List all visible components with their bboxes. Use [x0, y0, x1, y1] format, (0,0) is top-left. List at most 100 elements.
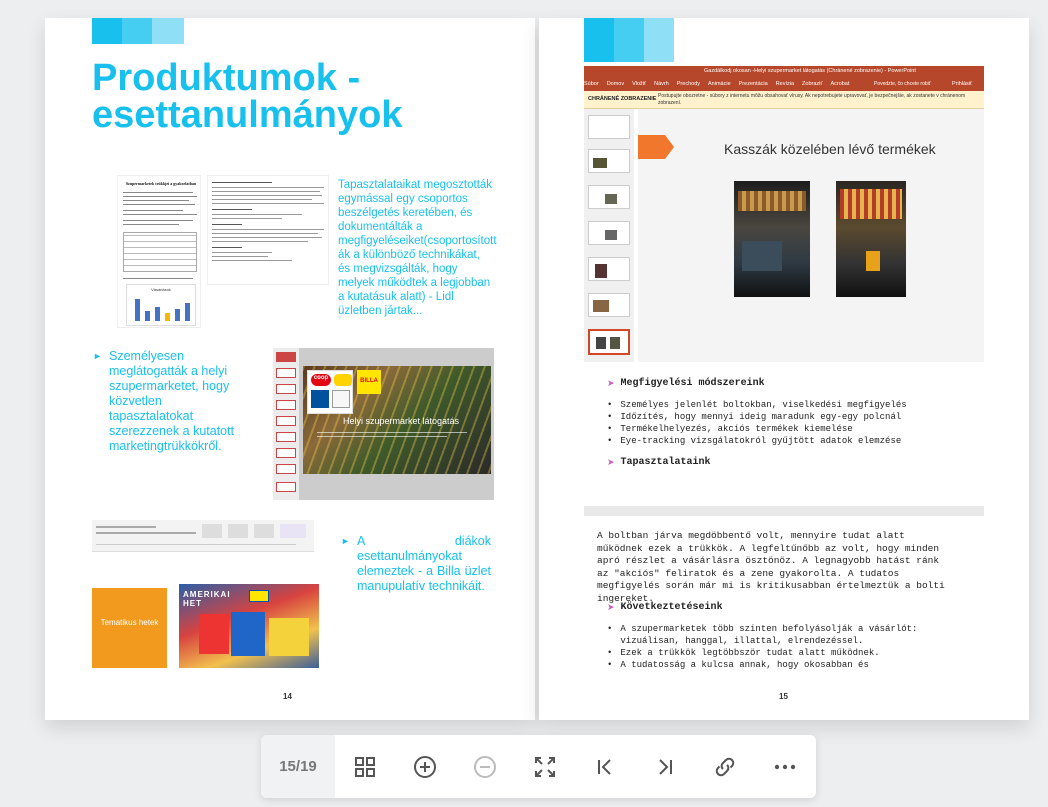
bullet-dot: • — [607, 436, 613, 446]
list-item-text: Ezek a trükkök legtöbbször tudat alatt m… — [620, 648, 880, 658]
slide-heading: Kasszák közelében lévő termékek — [724, 141, 936, 157]
bullet-dot: • — [607, 412, 613, 422]
list-item-text: A tudatosság a kulcsa annak, hogy okosab… — [620, 660, 869, 670]
ribbon-tab[interactable]: Animácie — [708, 81, 731, 87]
viewer-toolbar: 15/19 — [261, 735, 816, 798]
last-page-icon — [659, 758, 672, 775]
conclusions-list: • A szupermarketek több szinten befolyáso… — [607, 623, 967, 671]
experiences-heading: Tapasztalataink — [620, 457, 711, 468]
protected-view-text: Postupujte obozretne - súbory z internet… — [658, 93, 966, 106]
list-item-text: A szupermarketek több szinten befolyásol… — [620, 624, 918, 646]
experiences-text: A boltban járva megdöbbentő volt, mennyi… — [597, 530, 945, 604]
page-number-right: 15 — [779, 692, 788, 701]
list-item: • Időzítés, hogy mennyi ideig maradunk eg… — [607, 411, 987, 423]
bullet-2-text: A diákok esettanulmányokat elemeztek - a… — [357, 534, 491, 593]
orange-slide-title: Tematikus hetek — [100, 618, 159, 627]
zoom-in-icon — [414, 755, 436, 778]
link-icon — [715, 757, 735, 776]
list-item: • Ezek a trükkök legtöbbször tudat alatt … — [607, 647, 967, 659]
ribbon-tab[interactable]: Revízia — [776, 81, 794, 87]
decorative-blocks — [92, 18, 184, 44]
slide-thumb[interactable] — [588, 221, 630, 245]
orange-slide: Tematikus hetek — [92, 588, 167, 668]
list-item: • Személyes jelenlét boltokban, viselkedé… — [607, 399, 987, 411]
ribbon-tab[interactable]: Zobraziť — [802, 81, 822, 87]
tell-me-box[interactable]: Povedzte, čo chcete robiť — [874, 81, 931, 87]
list-item: • Termékelhelyezés, akciós termékek kieme… — [607, 423, 987, 435]
billa-logo: BILLA — [360, 378, 378, 384]
ribbon-tab[interactable]: Vložiť — [632, 81, 646, 87]
bullet-dot: • — [607, 624, 613, 634]
ribbon-tab[interactable]: Prechody — [677, 81, 700, 87]
more-options-button[interactable] — [755, 735, 815, 798]
zoom-out-icon — [474, 755, 496, 778]
slide-thumb[interactable] — [588, 115, 630, 139]
page-number-left: 14 — [283, 692, 292, 701]
slide-thumb-active[interactable] — [588, 329, 630, 355]
arrow-bullet-icon: ➤ — [607, 378, 615, 388]
ribbon-tab[interactable]: Súbor — [584, 81, 599, 87]
ad-photo: AMERIKAI HET — [179, 584, 319, 668]
protected-view-label: CHRÁNENÉ ZOBRAZENIE — [588, 96, 657, 102]
fullscreen-icon — [535, 756, 555, 777]
page-title: Produktumok - esettanulmányok — [92, 57, 403, 136]
methods-section: ➤ Megfigyelési módszereink • Személyes je… — [607, 378, 987, 468]
arrow-bullet-icon: ➤ — [607, 457, 615, 467]
more-icon — [774, 764, 796, 769]
list-item-text: Termékelhelyezés, akciós termékek kiemel… — [620, 424, 853, 434]
bullet-1-text: Személyesen meglátogatták a helyi szuper… — [109, 349, 235, 453]
list-item-text: Személyes jelenlét boltokban, viselkedés… — [620, 400, 907, 410]
left-page: Produktumok - esettanulmányok Szupermark… — [45, 18, 535, 720]
arrow-bullet-icon: ➤ — [607, 602, 615, 612]
list-item: • A szupermarketek több szinten befolyáso… — [607, 623, 967, 647]
grid-icon — [355, 756, 375, 777]
first-page-icon — [598, 758, 611, 775]
bullet-dot: • — [607, 660, 613, 670]
right-page: Gazdálkodj okosan -Helyi szupermarket lá… — [539, 18, 1029, 720]
bullet-dot: • — [607, 400, 613, 410]
ribbon-tab[interactable]: Návrh — [654, 81, 669, 87]
grid-view-button[interactable] — [335, 735, 395, 798]
page-counter: 15/19 — [261, 735, 335, 798]
bullet-dot: • — [607, 648, 613, 658]
checkout-photo-2 — [836, 181, 906, 297]
chart-thumb-title: Vásárlások — [151, 287, 171, 292]
slide-thumb[interactable] — [588, 149, 630, 173]
bullet-dot: • — [607, 424, 613, 434]
bullet-2: ► A diákok esettanulmányokat elemeztek -… — [341, 534, 493, 594]
document-thumbnail: Szupermarketek trükkjei a gyakorlatban V… — [117, 175, 201, 328]
slide-thumb[interactable] — [588, 293, 630, 317]
ribbon-tabs: Súbor Domov Vložiť Návrh Prechody Animácie Pre… — [584, 81, 849, 87]
conclusions-heading: Következtetéseink — [620, 602, 723, 613]
fullscreen-button[interactable] — [515, 735, 575, 798]
section-divider — [584, 506, 984, 516]
powerpoint-screenshot: Gazdálkodj okosan -Helyi szupermarket lá… — [584, 66, 984, 362]
ribbon-tab[interactable]: Acrobat — [830, 81, 849, 87]
bullet-arrow-icon: ► — [93, 351, 102, 361]
slide-thumb[interactable] — [588, 185, 630, 209]
checkout-photo-1 — [734, 181, 810, 297]
list-item: • Eye-tracking vizsgálatokról gyűjtött ad… — [607, 435, 987, 447]
conclusions-section: ➤ Következtetéseink • A szupermarketek tö… — [607, 602, 967, 671]
decorative-blocks — [584, 18, 674, 62]
bullet-1: ► Személyesen meglátogatták a helyi szup… — [93, 349, 268, 454]
slide-thumb[interactable] — [588, 257, 630, 281]
zoom-in-button[interactable] — [395, 735, 455, 798]
methods-list: • Személyes jelenlét boltokban, viselkedé… — [607, 399, 987, 447]
ribbon-tab[interactable]: Domov — [607, 81, 624, 87]
list-item-text: Időzítés, hogy mennyi ideig maradunk egy… — [620, 412, 902, 422]
slide-title: Helyi szupermarket látogatás — [343, 416, 460, 426]
ribbon-tab[interactable]: Prezentácia — [739, 81, 768, 87]
bullet-arrow-icon: ► — [341, 536, 350, 546]
slide-screenshot-cart: coop BILLA Helyi szupermarket látogatás — [273, 348, 494, 500]
zoom-out-button[interactable] — [455, 735, 515, 798]
last-page-button[interactable] — [635, 735, 695, 798]
ribbon-screenshot — [92, 520, 314, 552]
first-page-button[interactable] — [575, 735, 635, 798]
document-thumbnail-2 — [207, 175, 329, 285]
methods-heading: Megfigyelési módszereink — [620, 378, 765, 389]
share-link-button[interactable] — [695, 735, 755, 798]
list-item: • A tudatosság a kulcsa annak, hogy okosa… — [607, 659, 967, 671]
ppt-window-title: Gazdálkodj okosan -Helyi szupermarket lá… — [704, 68, 916, 74]
sign-in-link[interactable]: Prihlásiť — [952, 81, 972, 87]
